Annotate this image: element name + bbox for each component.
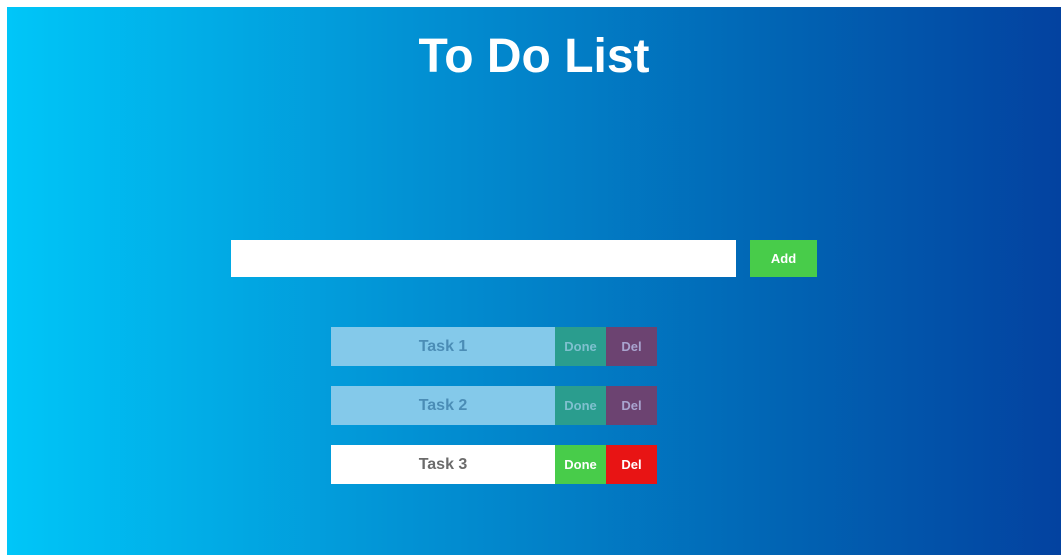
task-label: Task 2	[331, 386, 555, 425]
task-label: Task 3	[331, 445, 555, 484]
task-row: Task 2 Done Del	[331, 386, 657, 425]
page-title: To Do List	[418, 30, 650, 83]
done-button[interactable]: Done	[555, 327, 606, 366]
done-button[interactable]: Done	[555, 445, 606, 484]
task-row: Task 1 Done Del	[331, 327, 657, 366]
delete-button[interactable]: Del	[606, 445, 657, 484]
task-list: Task 1 Done Del Task 2 Done Del Task 3 D…	[331, 327, 657, 504]
task-label: Task 1	[331, 327, 555, 366]
delete-button[interactable]: Del	[606, 386, 657, 425]
app-container: To Do List Add Task 1 Done Del Task 2 Do…	[7, 7, 1061, 555]
new-task-input[interactable]	[231, 240, 736, 277]
delete-button[interactable]: Del	[606, 327, 657, 366]
done-button[interactable]: Done	[555, 386, 606, 425]
task-row: Task 3 Done Del	[331, 445, 657, 484]
add-button[interactable]: Add	[750, 240, 817, 277]
